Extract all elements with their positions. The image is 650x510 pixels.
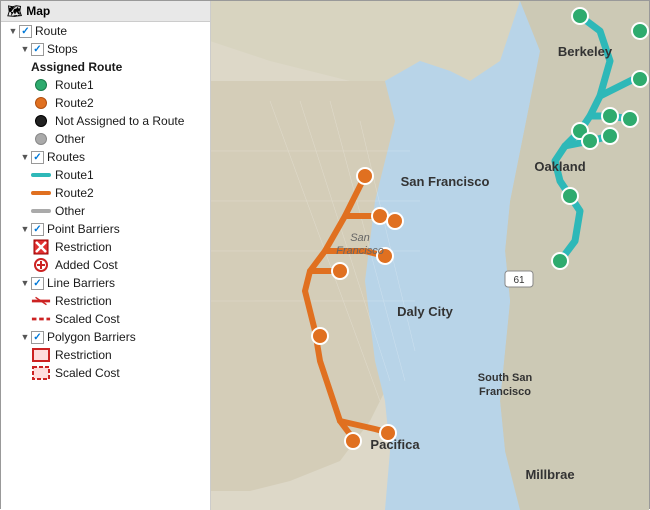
assigned-route-label: Assigned Route bbox=[31, 60, 122, 74]
route-arrow bbox=[7, 25, 19, 37]
added-cost-label: Added Cost bbox=[55, 258, 118, 272]
scaled-cost-line-icon bbox=[31, 312, 51, 326]
stops-arrow bbox=[19, 43, 31, 55]
stops-label: Stops bbox=[47, 42, 78, 56]
restriction-line-label: Restriction bbox=[55, 294, 112, 308]
map-icon: 🗺 bbox=[7, 4, 22, 18]
svg-text:San Francisco: San Francisco bbox=[401, 174, 490, 189]
route-label: Route bbox=[35, 24, 67, 38]
legend-route1-stop: Route1 bbox=[1, 76, 210, 94]
route1-stop-icon bbox=[31, 78, 51, 92]
line-barriers-checkbox[interactable] bbox=[31, 277, 44, 290]
legend-restriction-line: Restriction bbox=[1, 292, 210, 310]
routes-arrow bbox=[19, 151, 31, 163]
restriction-polygon-icon bbox=[31, 348, 51, 362]
line-barriers-layer-item[interactable]: Line Barriers bbox=[1, 274, 210, 292]
other-stop-label: Other bbox=[55, 132, 85, 146]
legend-restriction-polygon: Restriction bbox=[1, 346, 210, 364]
restriction-point-label: Restriction bbox=[55, 240, 112, 254]
assigned-route-heading: Assigned Route bbox=[1, 58, 210, 76]
legend-scaled-cost-line: Scaled Cost bbox=[1, 310, 210, 328]
legend-route1-line: Route1 bbox=[1, 166, 210, 184]
route2-line-label: Route2 bbox=[55, 186, 94, 200]
routes-label: Routes bbox=[47, 150, 85, 164]
route1-line-icon bbox=[31, 168, 51, 182]
not-assigned-label: Not Assigned to a Route bbox=[55, 114, 184, 128]
legend-other-stop: Other bbox=[1, 130, 210, 148]
routes-layer-item[interactable]: Routes bbox=[1, 148, 210, 166]
polygon-barriers-checkbox[interactable] bbox=[31, 331, 44, 344]
legend-added-cost: Added Cost bbox=[1, 256, 210, 274]
line-barriers-arrow bbox=[19, 277, 31, 289]
svg-text:Millbrae: Millbrae bbox=[525, 467, 574, 482]
panel-header: 🗺 Map bbox=[1, 1, 210, 22]
scaled-cost-line-label: Scaled Cost bbox=[55, 312, 120, 326]
svg-text:San: San bbox=[350, 232, 370, 244]
route-layer-item[interactable]: Route bbox=[1, 22, 210, 40]
svg-text:Daly City: Daly City bbox=[397, 304, 453, 319]
polygon-barriers-layer-item[interactable]: Polygon Barriers bbox=[1, 328, 210, 346]
svg-text:Pacifica: Pacifica bbox=[370, 437, 420, 452]
panel-title: Map bbox=[26, 4, 50, 18]
restriction-point-icon bbox=[31, 240, 51, 254]
restriction-line-icon bbox=[31, 294, 51, 308]
legend-other-route: Other bbox=[1, 202, 210, 220]
route-checkbox[interactable] bbox=[19, 25, 32, 38]
stops-checkbox[interactable] bbox=[31, 43, 44, 56]
legend-route2-line: Route2 bbox=[1, 184, 210, 202]
polygon-barriers-label: Polygon Barriers bbox=[47, 330, 136, 344]
svg-text:Francisco: Francisco bbox=[336, 245, 384, 257]
svg-text:South San: South San bbox=[478, 372, 533, 384]
routes-checkbox[interactable] bbox=[31, 151, 44, 164]
route1-stop-label: Route1 bbox=[55, 78, 94, 92]
point-barriers-label: Point Barriers bbox=[47, 222, 120, 236]
line-barriers-label: Line Barriers bbox=[47, 276, 115, 290]
point-barriers-checkbox[interactable] bbox=[31, 223, 44, 236]
route2-stop-label: Route2 bbox=[55, 96, 94, 110]
other-route-label: Other bbox=[55, 204, 85, 218]
svg-text:61: 61 bbox=[513, 275, 525, 286]
svg-text:Francisco: Francisco bbox=[479, 386, 531, 398]
svg-text:Berkeley: Berkeley bbox=[558, 44, 613, 59]
polygon-barriers-arrow bbox=[19, 331, 31, 343]
added-cost-icon bbox=[31, 258, 51, 272]
legend-route2-stop: Route2 bbox=[1, 94, 210, 112]
point-barriers-layer-item[interactable]: Point Barriers bbox=[1, 220, 210, 238]
scaled-cost-polygon-icon bbox=[31, 366, 51, 380]
other-stop-icon bbox=[31, 132, 51, 146]
legend-restriction-point: Restriction bbox=[1, 238, 210, 256]
other-route-icon bbox=[31, 204, 51, 218]
not-assigned-icon bbox=[31, 114, 51, 128]
point-barriers-arrow bbox=[19, 223, 31, 235]
legend-not-assigned: Not Assigned to a Route bbox=[1, 112, 210, 130]
svg-text:Oakland: Oakland bbox=[534, 159, 585, 174]
restriction-polygon-label: Restriction bbox=[55, 348, 112, 362]
route1-line-label: Route1 bbox=[55, 168, 94, 182]
route2-stop-icon bbox=[31, 96, 51, 110]
layer-panel[interactable]: 🗺 Map Route Stops Assigned Route Route1 … bbox=[1, 1, 211, 510]
map-view[interactable]: 61 Berkeley bbox=[211, 1, 649, 510]
stops-layer-item[interactable]: Stops bbox=[1, 40, 210, 58]
route2-line-icon bbox=[31, 186, 51, 200]
scaled-cost-polygon-label: Scaled Cost bbox=[55, 366, 120, 380]
legend-scaled-cost-polygon: Scaled Cost bbox=[1, 364, 210, 382]
